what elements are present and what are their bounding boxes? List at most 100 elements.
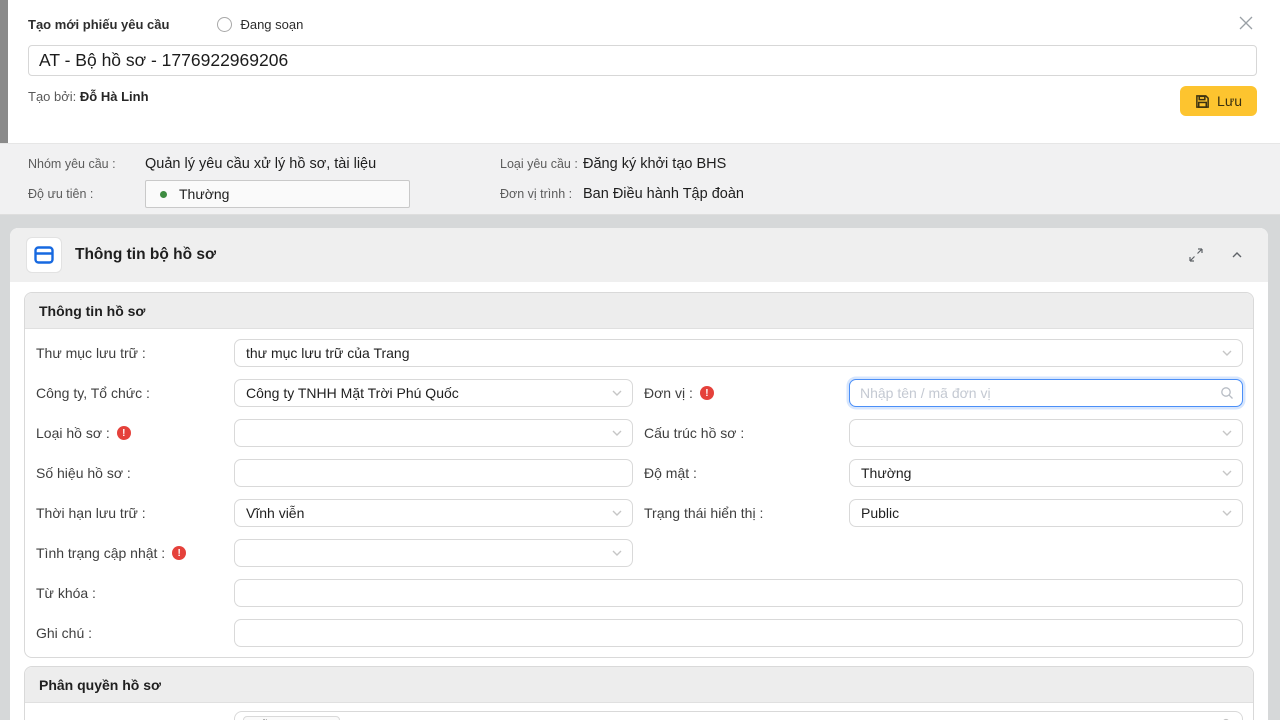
record-info-body: Thư mục lưu trữ : thư mục lưu trữ của Tr… <box>25 329 1253 657</box>
unit-label: Đơn vị : ! <box>644 385 849 401</box>
visibility-label: Trạng thái hiển thị : <box>644 505 764 521</box>
request-group-value: Quản lý yêu cầu xử lý hồ sơ, tài liệu <box>145 156 377 172</box>
save-button-label: Lưu <box>1217 93 1242 109</box>
unit-search-field[interactable] <box>860 385 1214 401</box>
dossier-card-body: Thông tin hồ sơ Thư mục lưu trữ : thư mụ… <box>10 282 1268 720</box>
collapse-chevron-up-icon[interactable] <box>1230 248 1244 262</box>
header-row: Tạo mới phiếu yêu cầu Đang soạn <box>28 12 303 36</box>
draft-status-radio[interactable]: Đang soạn <box>217 16 304 32</box>
chevron-down-icon <box>612 390 622 396</box>
form-row-update-status: Tình trạng cập nhật : ! <box>36 539 1243 567</box>
chevron-down-icon <box>612 430 622 436</box>
chevron-down-icon <box>612 510 622 516</box>
form-row-retention-visibility: Thời hạn lưu trữ : Vĩnh viễn Trạng thái … <box>36 499 1243 527</box>
chevron-down-icon <box>1222 430 1232 436</box>
request-title-input[interactable] <box>28 45 1257 76</box>
update-status-select[interactable] <box>234 539 633 567</box>
company-value: Công ty TNHH Mặt Trời Phú Quốc <box>246 385 459 401</box>
save-icon <box>1195 94 1210 109</box>
required-icon: ! <box>172 546 187 560</box>
radio-label: Đang soạn <box>240 16 304 32</box>
retention-select[interactable]: Vĩnh viễn <box>234 499 633 527</box>
priority-value: Thường <box>179 186 230 202</box>
doc-type-select[interactable] <box>234 419 633 447</box>
record-info-title: Thông tin hồ sơ <box>25 293 1253 329</box>
dossier-card-icon <box>34 246 54 264</box>
form-row-doctype-structure: Loại hồ sơ : ! Cấu trúc hồ sơ : <box>36 419 1243 447</box>
chevron-down-icon <box>1222 470 1232 476</box>
notes-input[interactable] <box>234 619 1243 647</box>
structure-select[interactable] <box>849 419 1243 447</box>
update-status-label-text: Tình trạng cập nhật : <box>36 545 166 561</box>
secrecy-label: Độ mật : <box>644 465 697 481</box>
radio-icon[interactable] <box>217 16 233 32</box>
section-title: Thông tin bộ hồ sơ <box>75 246 217 263</box>
form-row-number-secrecy: Số hiệu hồ sơ : Độ mật : Thường <box>36 459 1243 487</box>
record-info-subcard: Thông tin hồ sơ Thư mục lưu trữ : thư mụ… <box>24 292 1254 658</box>
retention-label: Thời hạn lưu trữ : <box>36 505 146 521</box>
keywords-label: Từ khóa : <box>36 585 96 601</box>
visibility-value: Public <box>861 505 900 521</box>
card-header-actions <box>1188 247 1244 263</box>
page-title: Tạo mới phiếu yêu cầu <box>28 16 170 32</box>
submit-unit-value: Ban Điều hành Tập đoàn <box>583 186 744 202</box>
save-button[interactable]: Lưu <box>1180 86 1257 116</box>
update-status-label: Tình trạng cập nhật : ! <box>36 545 234 561</box>
required-icon: ! <box>699 386 714 400</box>
priority-status-dot-icon <box>160 190 167 198</box>
priority-label: Độ ưu tiên : <box>28 187 94 201</box>
request-type-label: Loại yêu cầu : <box>500 157 578 171</box>
permissions-title: Phân quyền hồ sơ <box>25 667 1253 703</box>
form-row-keywords: Từ khóa : <box>36 579 1243 607</box>
window-edge-strip <box>0 0 8 143</box>
permissions-subcard: Phân quyền hồ sơ Quyền owner : Đỗ Hà Lin… <box>24 666 1254 720</box>
section-icon-tile <box>26 237 62 273</box>
folder-label: Thư mục lưu trữ : <box>36 345 146 361</box>
owner-multiselect[interactable]: Đỗ Hà Linh × <box>234 711 1243 720</box>
folder-select[interactable]: thư mục lưu trữ của Trang <box>234 339 1243 367</box>
folder-value: thư mục lưu trữ của Trang <box>246 345 410 361</box>
company-label: Công ty, Tổ chức : <box>36 385 150 401</box>
close-icon[interactable] <box>1236 13 1256 33</box>
request-type-value: Đăng ký khởi tạo BHS <box>583 156 727 172</box>
page-background: Thông tin bộ hồ sơ Thông tin hồ sơ Thư m… <box>0 215 1280 720</box>
notes-label: Ghi chú : <box>36 625 93 641</box>
priority-select[interactable]: Thường <box>145 180 410 208</box>
keywords-field[interactable] <box>246 585 1231 601</box>
structure-label: Cấu trúc hồ sơ : <box>644 425 745 441</box>
summary-row-2: Độ ưu tiên : Thường Đơn vị trình : Ban Đ… <box>0 180 1280 208</box>
chevron-down-icon <box>612 550 622 556</box>
unit-label-text: Đơn vị : <box>644 385 693 401</box>
submit-unit-label: Đơn vị trình : <box>500 187 573 201</box>
permissions-body: Quyền owner : Đỗ Hà Linh × <box>25 703 1253 720</box>
summary-row-1: Nhóm yêu cầu : Quản lý yêu cầu xử lý hồ … <box>0 150 1280 178</box>
doc-type-label-text: Loại hồ sơ : <box>36 425 110 441</box>
unit-search-input[interactable] <box>849 379 1243 407</box>
required-icon: ! <box>116 426 131 440</box>
form-row-folder: Thư mục lưu trữ : thư mục lưu trữ của Tr… <box>36 339 1243 367</box>
created-by: Tạo bởi: Đỗ Hà Linh <box>28 89 149 104</box>
chevron-down-icon <box>1222 510 1232 516</box>
created-by-name: Đỗ Hà Linh <box>79 89 149 104</box>
record-number-field[interactable] <box>246 465 621 481</box>
owner-tag: Đỗ Hà Linh × <box>243 716 341 720</box>
company-select[interactable]: Công ty TNHH Mặt Trời Phú Quốc <box>234 379 633 407</box>
retention-value: Vĩnh viễn <box>246 505 305 521</box>
visibility-select[interactable]: Public <box>849 499 1243 527</box>
record-number-label: Số hiệu hồ sơ : <box>36 465 131 481</box>
secrecy-select[interactable]: Thường <box>849 459 1243 487</box>
form-row-notes: Ghi chú : <box>36 619 1243 647</box>
doc-type-label: Loại hồ sơ : ! <box>36 425 234 441</box>
record-number-input[interactable] <box>234 459 633 487</box>
request-group-label: Nhóm yêu cầu : <box>28 157 116 171</box>
expand-icon[interactable] <box>1188 247 1204 263</box>
notes-field[interactable] <box>246 625 1231 641</box>
created-by-label: Tạo bởi: <box>28 89 77 104</box>
chevron-down-icon <box>1222 350 1232 356</box>
search-icon <box>1221 387 1233 399</box>
dossier-info-card: Thông tin bộ hồ sơ Thông tin hồ sơ Thư m… <box>10 228 1268 720</box>
form-row-owner: Quyền owner : Đỗ Hà Linh × <box>36 711 1243 720</box>
keywords-input[interactable] <box>234 579 1243 607</box>
secrecy-value: Thường <box>861 465 912 481</box>
request-summary-band: Nhóm yêu cầu : Quản lý yêu cầu xử lý hồ … <box>0 143 1280 215</box>
